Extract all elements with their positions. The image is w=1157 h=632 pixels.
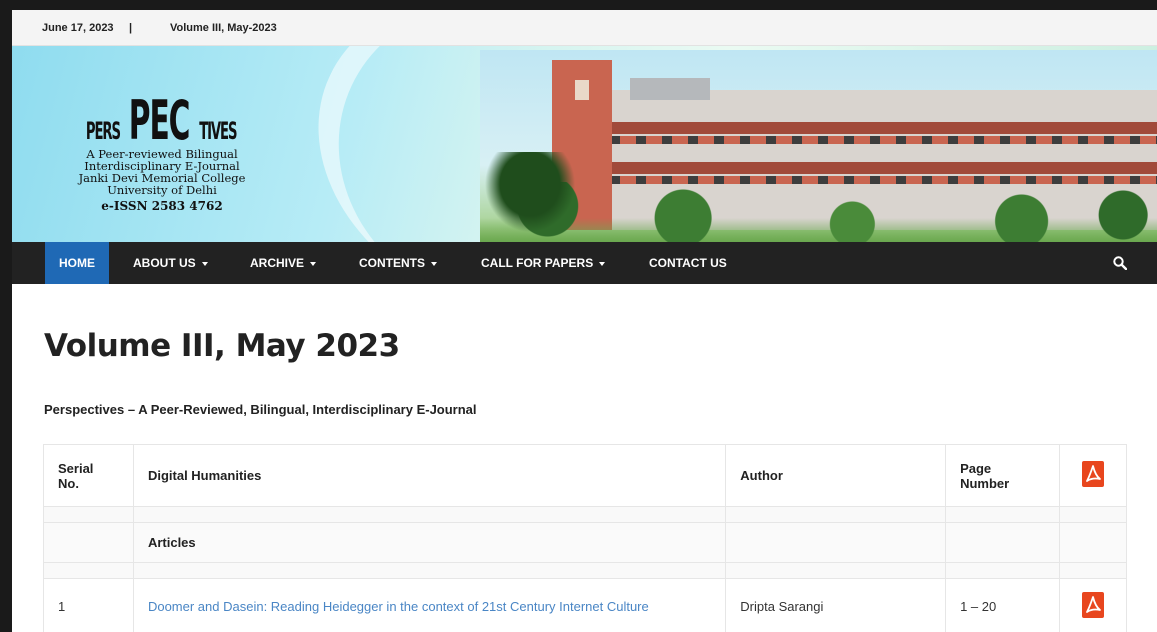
page-title: Volume III, May 2023: [44, 328, 400, 364]
table-header-row: Serial No. Digital Humanities Author Page…: [43, 444, 1127, 507]
college-building-photo: [480, 50, 1157, 242]
table-spacer-row: [43, 506, 1127, 523]
header-page-number: Page Number: [945, 444, 1061, 507]
window-frame-left: [0, 0, 12, 632]
row-pdf-cell: [1059, 578, 1127, 632]
nav-about-us[interactable]: ABOUT US: [133, 242, 208, 284]
table-row: 1 Doomer and Dasein: Reading Heidegger i…: [43, 578, 1127, 632]
chevron-down-icon: [599, 261, 606, 266]
chevron-down-icon: [310, 261, 317, 266]
logo-wordmark: PERS PEC TIVES: [86, 89, 237, 152]
nav-archive[interactable]: ARCHIVE: [250, 242, 317, 284]
header-serial: Serial No.: [43, 444, 134, 507]
current-date: June 17, 2023: [42, 22, 114, 34]
search-icon[interactable]: [1113, 256, 1127, 270]
nav-home[interactable]: HOME: [45, 242, 109, 284]
pdf-icon[interactable]: [1082, 592, 1104, 618]
top-bar: June 17, 2023 | Volume III, May-2023: [12, 10, 1157, 46]
window-frame-top: [0, 0, 1157, 10]
row-pages: 1 – 20: [945, 578, 1061, 632]
main-navigation: HOME ABOUT US ARCHIVE CONTENTS CALL FOR …: [12, 242, 1157, 284]
header-section: Digital Humanities: [132, 444, 727, 507]
topbar-separator: |: [129, 22, 133, 34]
contents-table: Serial No. Digital Humanities Author Page…: [43, 444, 1127, 632]
row-title-cell: Doomer and Dasein: Reading Heidegger in …: [132, 578, 727, 632]
site-logo[interactable]: PERS PEC TIVES A Peer-reviewed Bilingual I…: [52, 89, 272, 214]
nav-call-for-papers[interactable]: CALL FOR PAPERS: [481, 242, 606, 284]
current-issue-label: Volume III, May-2023: [170, 22, 277, 34]
header-author: Author: [725, 444, 947, 507]
site-header-banner: PERS PEC TIVES A Peer-reviewed Bilingual I…: [12, 46, 1157, 242]
header-pdf: [1059, 444, 1127, 507]
nav-contact-us[interactable]: CONTACT US: [649, 242, 727, 284]
logo-issn: e-ISSN 2583 4762: [101, 199, 223, 213]
chevron-down-icon: [431, 261, 437, 266]
chevron-down-icon: [201, 261, 208, 266]
logo-university: University of Delhi: [107, 183, 217, 197]
nav-contents[interactable]: CONTENTS: [359, 242, 437, 284]
article-title-link[interactable]: Doomer and Dasein: Reading Heidegger in …: [148, 599, 649, 614]
row-author: Dripta Sarangi: [725, 578, 947, 632]
table-spacer-row: [43, 562, 1127, 579]
table-section-row: Articles: [43, 522, 1127, 563]
pdf-icon: [1082, 461, 1104, 487]
row-serial: 1: [43, 578, 134, 632]
journal-subtitle: Perspectives – A Peer-Reviewed, Bilingua…: [44, 402, 477, 417]
section-label-articles: Articles: [132, 522, 727, 563]
